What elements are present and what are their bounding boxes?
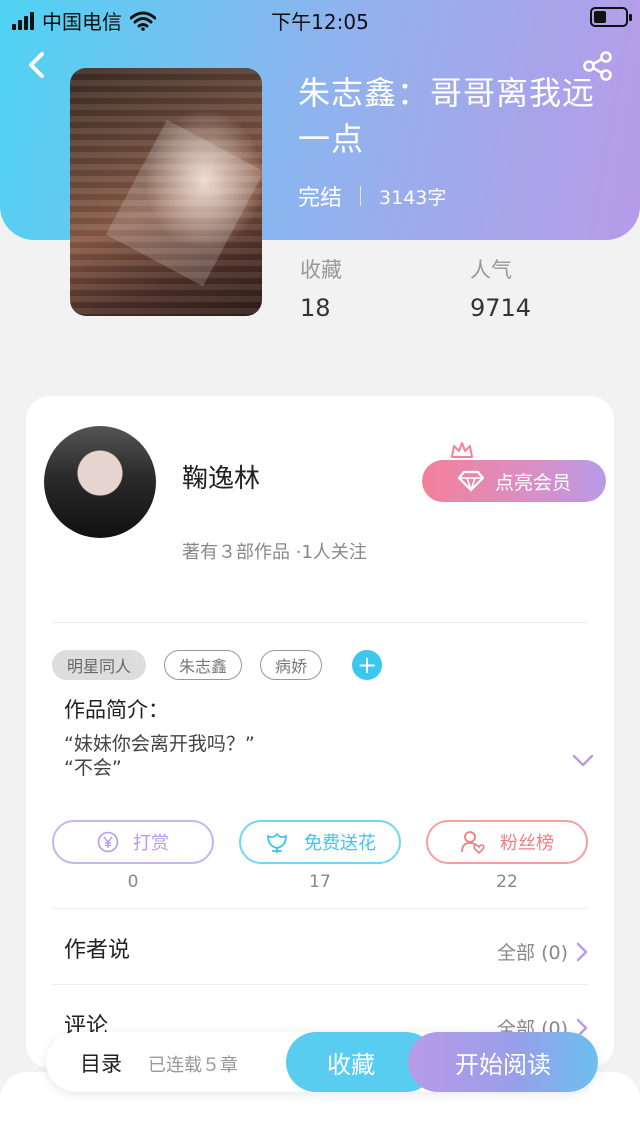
- back-icon[interactable]: [24, 50, 50, 80]
- divider: [52, 984, 588, 985]
- reward-count: 0: [127, 872, 139, 892]
- status-bar: 中国电信 下午12:05: [0, 0, 640, 36]
- crown-icon: [451, 442, 473, 458]
- flower-icon: [267, 833, 287, 853]
- fan-ranking-button[interactable]: 粉丝榜: [426, 820, 588, 864]
- author-says-title: 作者说: [64, 938, 131, 963]
- stat-value: 18: [300, 294, 331, 322]
- vip-label: 点亮会员: [494, 471, 571, 494]
- tag-item[interactable]: 病娇: [260, 650, 323, 680]
- stat-label: 人气: [470, 258, 512, 282]
- fan-icon: [461, 831, 485, 854]
- diamond-icon: [457, 470, 485, 492]
- book-meta: 完结 3143字: [298, 180, 446, 212]
- tag-item[interactable]: 朱志鑫: [164, 650, 243, 680]
- detail-card: 鞠逸林 点亮会员 著有３部作品 ·1人关注 明星同人 朱志鑫 病娇 + 作品简介…: [26, 396, 614, 1068]
- stat-value: 9714: [470, 294, 532, 322]
- battery-icon: [590, 7, 632, 27]
- intro-text: “妹妹你会离开我吗？” “不会”: [64, 732, 255, 780]
- divider: [52, 908, 588, 909]
- chevron-down-icon[interactable]: [572, 754, 594, 768]
- send-flower-button[interactable]: 免费送花: [239, 820, 401, 864]
- author-name[interactable]: 鞠逸林: [182, 458, 260, 495]
- intro-title: 作品简介：: [64, 698, 169, 722]
- tag-item[interactable]: 明星同人: [52, 650, 147, 680]
- reward-button[interactable]: 打赏: [52, 820, 214, 864]
- book-cover-image[interactable]: [70, 68, 262, 316]
- book-title: 朱志鑫：哥哥离我远一点: [298, 74, 596, 158]
- author-avatar[interactable]: [44, 426, 156, 538]
- stat-favorites: 收藏 18: [300, 254, 342, 322]
- fan-count: 22: [496, 872, 518, 892]
- serial-status: 已连载５章: [148, 1055, 238, 1076]
- author-says-all-link[interactable]: 全部 (0): [497, 938, 588, 965]
- fan-ranking-label: 粉丝榜: [500, 833, 554, 854]
- tag-list: 明星同人 朱志鑫 病娇 +: [52, 650, 383, 680]
- author-says-link-label: 全部 (0): [497, 942, 568, 964]
- yen-icon: [97, 831, 119, 853]
- bottom-action-bar: 目录 已连载５章 收藏 开始阅读: [46, 1032, 598, 1092]
- author-works-info: 著有３部作品 ·1人关注: [182, 542, 367, 563]
- stat-popularity: 人气 9714: [470, 254, 531, 322]
- start-reading-button[interactable]: 开始阅读: [408, 1032, 598, 1092]
- status-time: 下午12:05: [271, 10, 369, 34]
- add-tag-plus-icon[interactable]: +: [352, 650, 383, 680]
- flower-count: 17: [309, 872, 331, 892]
- book-status: 完结: [298, 186, 343, 211]
- book-word-count: 3143字: [379, 186, 447, 209]
- intro-line: “妹妹你会离开我吗？”: [64, 733, 255, 755]
- divider: [52, 622, 588, 623]
- reward-label: 打赏: [133, 833, 169, 854]
- stat-label: 收藏: [300, 258, 342, 282]
- chevron-right-icon: [576, 942, 588, 961]
- toc-button[interactable]: 目录: [80, 1048, 122, 1078]
- meta-divider: [360, 186, 362, 206]
- vip-button[interactable]: 点亮会员: [422, 460, 606, 502]
- intro-line: “不会”: [64, 757, 122, 779]
- send-flower-label: 免费送花: [304, 833, 376, 854]
